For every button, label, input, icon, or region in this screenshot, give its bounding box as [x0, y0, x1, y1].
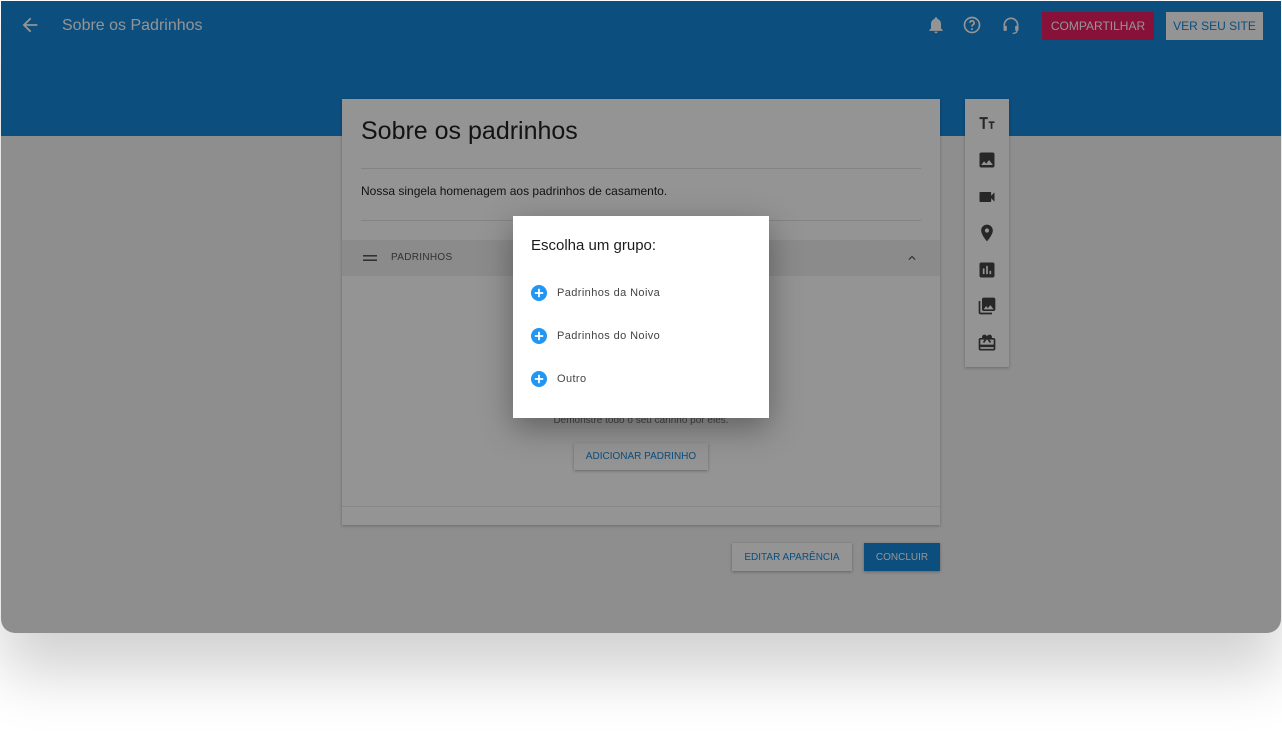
- option-label: Padrinhos do Noivo: [557, 330, 661, 342]
- plus-circle-icon: [531, 285, 547, 301]
- option-other[interactable]: Outro: [531, 369, 751, 389]
- app-window: Sobre os Padrinhos COMPARTILHAR VER SEU …: [1, 1, 1281, 633]
- option-bride-godparents[interactable]: Padrinhos da Noiva: [531, 283, 751, 303]
- option-label: Outro: [557, 373, 587, 385]
- choose-group-dialog: Escolha um grupo: Padrinhos da Noiva Pad…: [513, 216, 769, 418]
- dialog-title: Escolha um grupo:: [531, 237, 657, 254]
- plus-circle-icon: [531, 371, 547, 387]
- option-groom-godparents[interactable]: Padrinhos do Noivo: [531, 326, 751, 346]
- option-label: Padrinhos da Noiva: [557, 287, 661, 299]
- plus-circle-icon: [531, 328, 547, 344]
